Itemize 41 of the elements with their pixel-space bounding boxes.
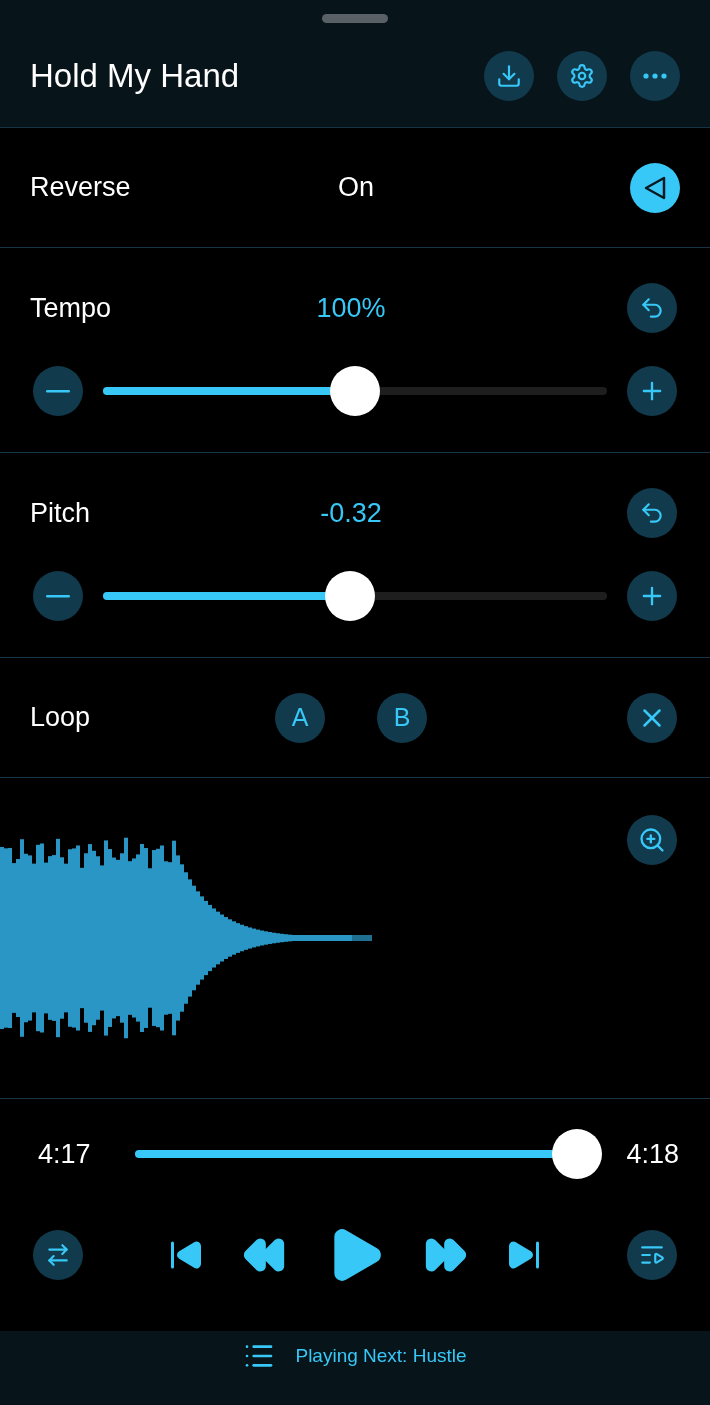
progress-thumb[interactable] [552, 1129, 603, 1179]
elapsed-time: 4:17 [38, 1137, 92, 1171]
reset-button[interactable] [627, 488, 677, 538]
settings-button[interactable] [557, 51, 607, 101]
minus-icon [46, 389, 70, 393]
reverse-label: Reverse [30, 171, 132, 205]
slider-label: Pitch [30, 496, 92, 530]
more-button[interactable] [630, 51, 680, 101]
increase-button[interactable] [627, 366, 677, 416]
undo-icon [639, 500, 665, 526]
loop-point-button[interactable]: A [275, 692, 325, 743]
playing-next-link[interactable]: Playing Next: Hustle [295, 1341, 467, 1371]
queue-button[interactable] [627, 1230, 677, 1280]
loop-point-button[interactable]: B [377, 692, 427, 743]
reverse-value: On [337, 171, 375, 205]
settings-icon [569, 63, 595, 89]
reset-button[interactable] [627, 283, 677, 333]
close-button[interactable] [627, 692, 677, 743]
zoom-button[interactable] [627, 815, 677, 865]
slider-value: -0.32 [319, 496, 383, 530]
increase-button[interactable] [627, 571, 677, 621]
download-icon [496, 63, 522, 89]
minus-icon [46, 594, 70, 598]
reverse-button[interactable] [630, 162, 680, 213]
slider-label: Tempo [30, 291, 113, 325]
slider-thumb[interactable] [324, 571, 375, 621]
download-button[interactable] [484, 51, 534, 101]
loop-label: Loop [30, 701, 92, 735]
total-time: 4:18 [626, 1137, 679, 1171]
arrows-icon [45, 1242, 71, 1268]
decrease-button[interactable] [33, 571, 83, 621]
zoom-in-icon [638, 826, 666, 854]
shuffle-button[interactable] [33, 1230, 83, 1280]
reverse-icon [643, 174, 667, 201]
slider-thumb[interactable] [330, 366, 380, 416]
drag-handle[interactable] [322, 14, 388, 23]
decrease-button[interactable] [33, 366, 83, 416]
more-icon [643, 73, 667, 79]
undo-icon [639, 295, 665, 321]
slider-value: 100% [315, 291, 387, 325]
song-title: Hold My Hand [30, 56, 240, 97]
